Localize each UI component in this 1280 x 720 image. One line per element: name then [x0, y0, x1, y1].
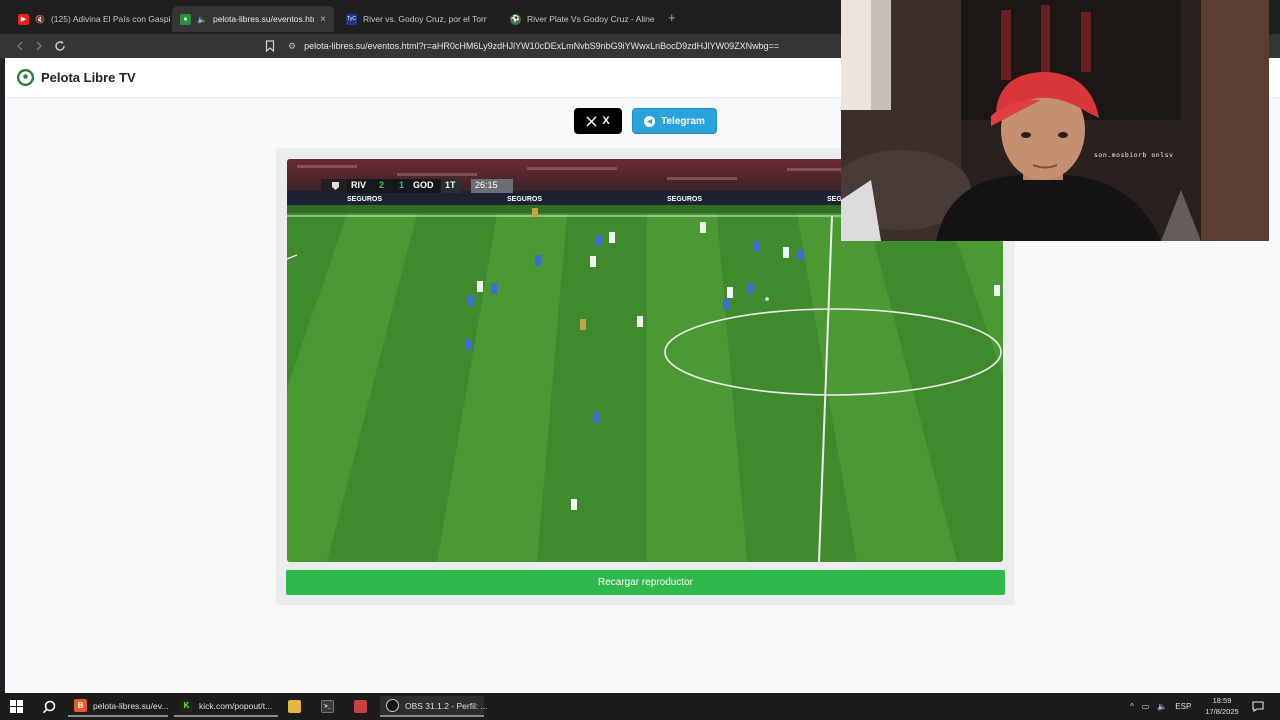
webcam-overlay-text: son.mosbiorb onlsv	[1094, 151, 1174, 159]
taskbar-clock[interactable]: 18:59 17/8/2025	[1202, 695, 1242, 717]
tab-label: pelota-libres.su/eventos.html	[212, 14, 315, 24]
brave-icon: B	[74, 699, 87, 712]
volume-icon[interactable]: 🔈	[1157, 702, 1167, 711]
x-logo-icon	[586, 115, 597, 127]
telegram-icon	[644, 115, 656, 127]
taskbar-app[interactable]	[348, 696, 373, 717]
new-tab-button[interactable]: +	[668, 10, 676, 25]
tab-label: (125) Adivina El País con Gaspi -	[50, 14, 170, 24]
search-button[interactable]	[36, 696, 62, 717]
site-brand[interactable]: Pelota Libre TV	[41, 70, 136, 85]
svg-text:SEGUROS: SEGUROS	[507, 196, 542, 203]
clock-time: 18:59	[1212, 696, 1232, 705]
tab-label: River Plate Vs Godoy Cruz - Alineació	[527, 14, 654, 24]
taskbar-obs[interactable]: OBS 31.1.2 - Perfil: ...	[380, 696, 488, 717]
home-team: RIV	[351, 180, 367, 190]
app-icon	[354, 700, 367, 713]
mute-icon[interactable]: 🔇	[35, 15, 45, 24]
network-icon[interactable]: ▭	[1142, 702, 1150, 711]
reload-player-button[interactable]: Recargar reproductor	[286, 570, 1005, 595]
tab-pelota-libre[interactable]: ● 🔈 pelota-libres.su/eventos.html ×	[172, 6, 334, 32]
obs-icon	[386, 699, 399, 712]
share-telegram-button[interactable]: Telegram	[632, 108, 717, 134]
taskbar-label: kick.com/popout/t...	[199, 700, 273, 711]
home-score: 2	[379, 180, 385, 190]
taskbar-explorer[interactable]	[282, 696, 307, 717]
speaker-icon: 🔈	[197, 14, 207, 24]
language-indicator[interactable]: ESP	[1175, 702, 1191, 711]
close-tab-icon[interactable]: ×	[320, 14, 326, 25]
soccer-ball-icon: ⚽	[510, 13, 521, 25]
league-logo-icon	[325, 179, 345, 193]
share-x-button[interactable]: X	[574, 108, 622, 134]
taskbar-brave[interactable]: B pelota-libres.su/ev...	[68, 696, 168, 717]
taskbar-label: pelota-libres.su/ev...	[93, 700, 169, 711]
tab-lineup[interactable]: ⚽ River Plate Vs Godoy Cruz - Alineació	[502, 8, 662, 30]
tab-youtube[interactable]: ▶ 🔇 (125) Adivina El País con Gaspi -	[10, 8, 170, 30]
tab-tyc[interactable]: TyC River vs. Godoy Cruz, por el Torneo	[338, 8, 496, 30]
share-x-label: X	[602, 115, 610, 127]
webcam-feed	[841, 0, 1269, 241]
tyc-icon: TyC	[346, 13, 357, 25]
bookmark-icon[interactable]	[262, 38, 278, 54]
match-period: 1T	[445, 180, 456, 190]
youtube-icon: ▶	[18, 13, 29, 25]
terminal-icon: >_	[321, 700, 334, 713]
away-score: 1	[399, 180, 405, 190]
start-button[interactable]	[4, 696, 29, 717]
address-bar[interactable]: ⚙ pelota-libres.su/eventos.html?r=aHR0cH…	[288, 37, 828, 55]
pelota-libre-icon: ●	[180, 13, 191, 25]
match-clock: 26:15	[475, 180, 498, 190]
chevron-up-icon[interactable]: ^	[1130, 702, 1134, 711]
forward-icon[interactable]	[31, 38, 47, 54]
svg-text:SEGUROS: SEGUROS	[347, 196, 382, 203]
search-icon	[42, 700, 56, 713]
svg-text:SEGUROS: SEGUROS	[667, 196, 702, 203]
site-settings-icon[interactable]: ⚙	[288, 41, 296, 52]
tab-label: River vs. Godoy Cruz, por el Torneo	[363, 14, 487, 24]
desktop-screen: ▶ 🔇 (125) Adivina El País con Gaspi - ● …	[0, 0, 1280, 720]
windows-icon	[10, 700, 23, 713]
taskbar-terminal[interactable]: >_	[315, 696, 340, 717]
soccer-ball-icon[interactable]	[16, 68, 35, 87]
taskbar: B pelota-libres.su/ev... K kick.com/popo…	[0, 693, 1280, 720]
webcam-overlay: son.mosbiorb onlsv	[841, 0, 1269, 241]
taskbar-label: OBS 31.1.2 - Perfil: ...	[405, 700, 488, 711]
folder-icon	[288, 700, 301, 713]
away-team: GOD	[413, 180, 434, 190]
clock-date: 17/8/2025	[1205, 707, 1239, 716]
kick-icon: K	[180, 699, 193, 712]
reload-icon[interactable]	[52, 38, 68, 54]
back-icon[interactable]	[12, 38, 28, 54]
notifications-icon[interactable]	[1252, 693, 1264, 720]
system-tray: ^ ▭ 🔈 ESP	[1130, 693, 1191, 720]
share-telegram-label: Telegram	[661, 115, 705, 127]
url-text: pelota-libres.su/eventos.html?r=aHR0cHM6…	[304, 41, 780, 51]
taskbar-kick[interactable]: K kick.com/popout/t...	[174, 696, 278, 717]
